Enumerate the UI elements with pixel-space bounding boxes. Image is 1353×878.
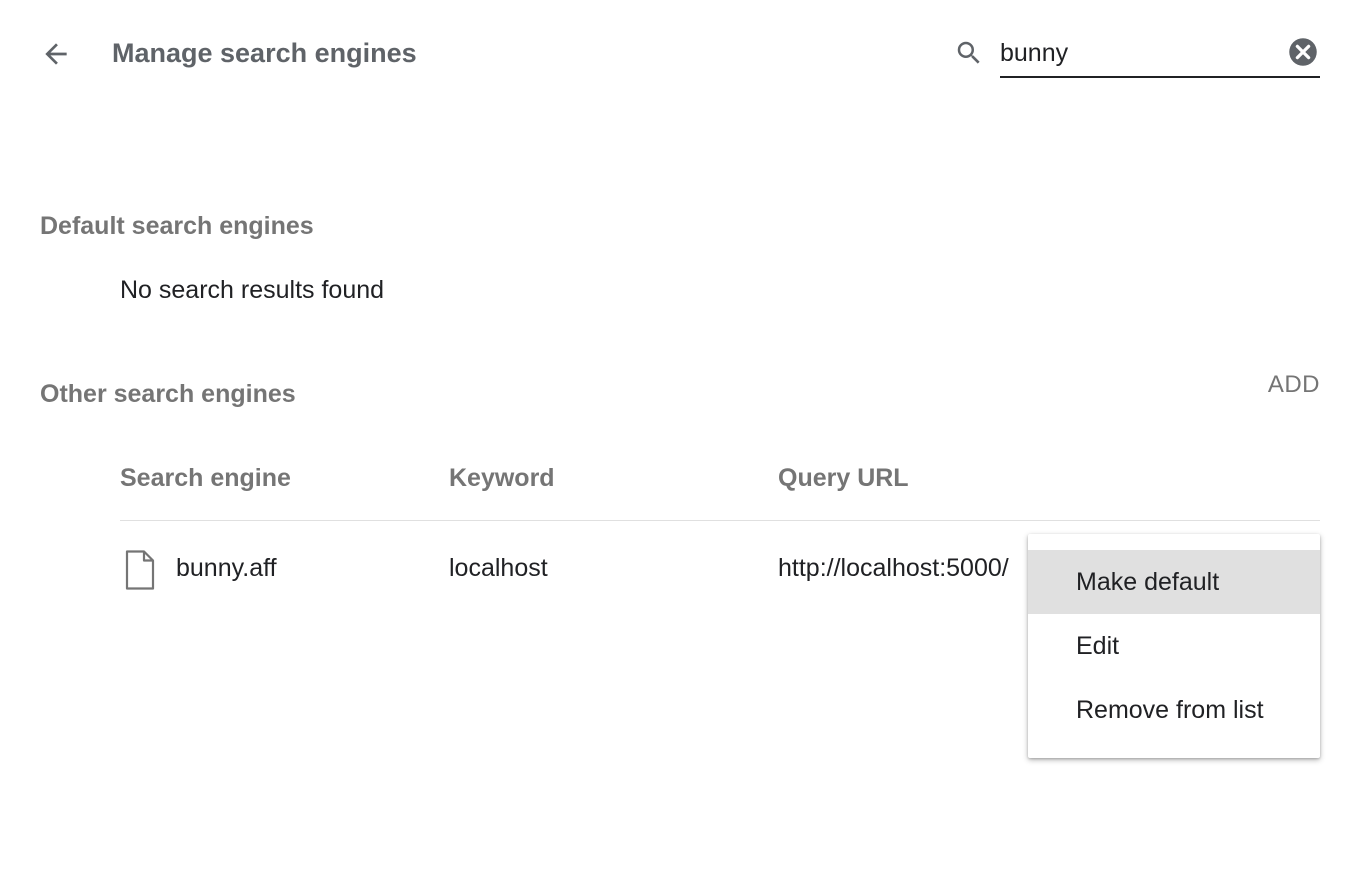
engine-query-url: http://localhost:5000/: [778, 554, 1009, 582]
page-icon: [125, 550, 155, 590]
column-header-search-engine: Search engine: [120, 464, 291, 492]
engine-context-menu: Make default Edit Remove from list: [1028, 534, 1320, 758]
menu-item-make-default[interactable]: Make default: [1028, 550, 1320, 614]
clear-search-icon[interactable]: [1288, 37, 1318, 67]
arrow-back-icon: [45, 43, 67, 65]
other-engines-heading: Other search engines: [40, 380, 296, 408]
add-button[interactable]: ADD: [1240, 371, 1320, 405]
column-header-keyword: Keyword: [449, 464, 555, 492]
default-engines-heading: Default search engines: [40, 212, 314, 240]
table-divider: [120, 520, 1320, 521]
page-title: Manage search engines: [112, 38, 417, 68]
no-results-message: No search results found: [120, 276, 385, 304]
engine-keyword: localhost: [449, 554, 548, 582]
menu-item-remove-from-list[interactable]: Remove from list: [1028, 678, 1320, 742]
back-button[interactable]: [34, 32, 78, 76]
search-input[interactable]: [1000, 34, 1320, 78]
column-header-query-url: Query URL: [778, 464, 909, 492]
engine-name: bunny.aff: [176, 554, 277, 582]
menu-item-edit[interactable]: Edit: [1028, 614, 1320, 678]
search-icon: [957, 41, 980, 64]
